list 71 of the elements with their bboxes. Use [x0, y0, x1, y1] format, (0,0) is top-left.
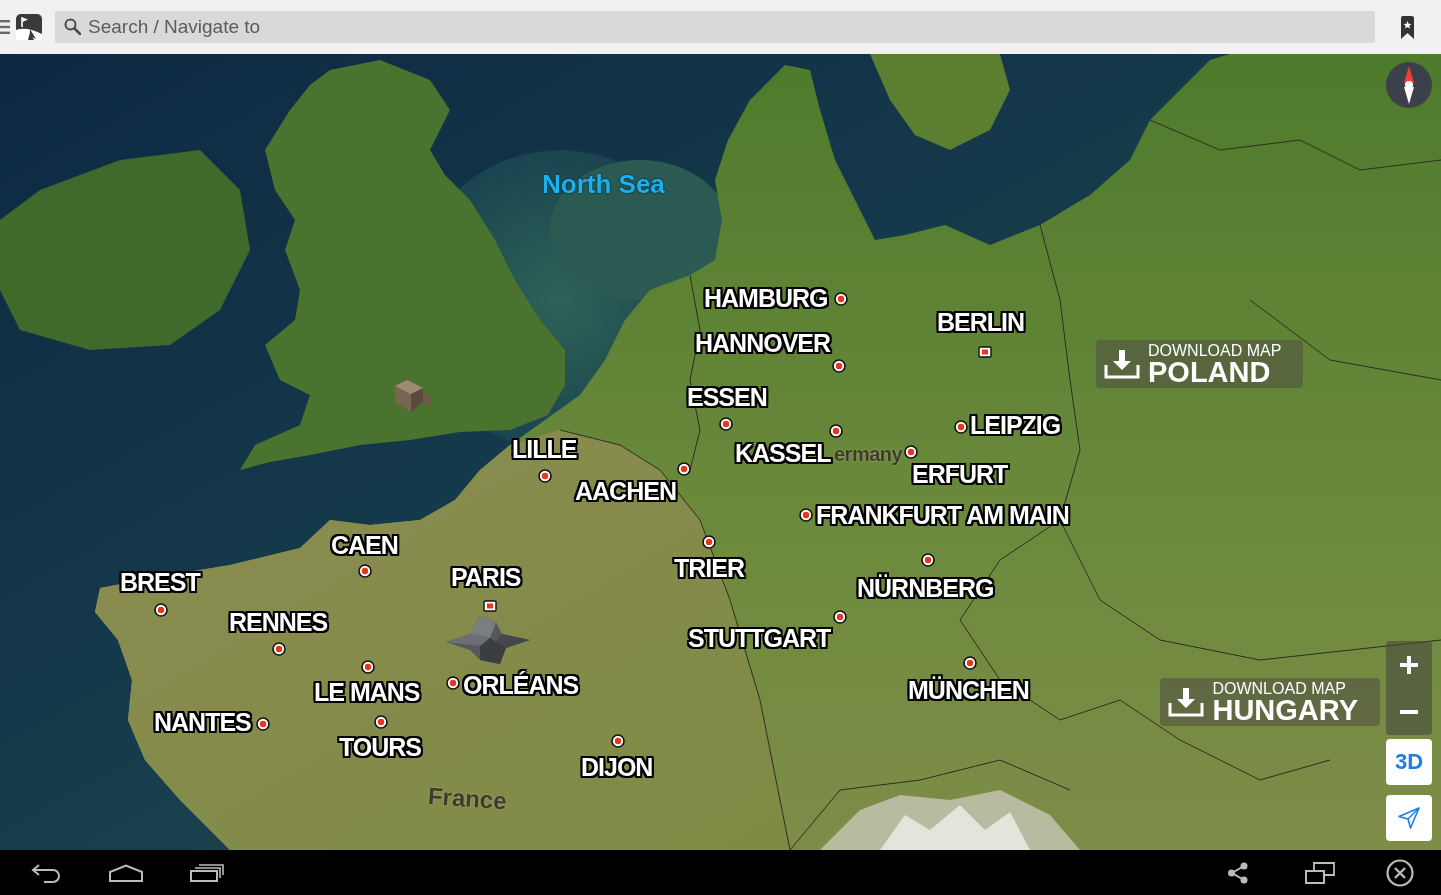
- city-dot-icon: [833, 610, 847, 624]
- capital-marker-icon: [483, 599, 497, 613]
- city-label: DIJON: [581, 753, 653, 781]
- menu-icon[interactable]: [0, 19, 10, 35]
- city-label: AACHEN: [575, 477, 676, 505]
- country-label: France: [427, 782, 508, 816]
- city-dot-icon: [829, 424, 843, 438]
- city-label: FRANKFURT AM MAIN: [816, 501, 1069, 529]
- city-dot-icon: [702, 535, 716, 549]
- city-dot-icon: [719, 417, 733, 431]
- city-label: MÜNCHEN: [908, 676, 1029, 704]
- city-label: NÜRNBERG: [857, 574, 994, 602]
- bookmark-icon[interactable]: [1400, 15, 1415, 39]
- download-icon: [1168, 687, 1205, 717]
- sea-label: North Sea: [542, 169, 665, 199]
- city-dot-icon: [834, 292, 848, 306]
- city-label: ESSEN: [687, 383, 767, 411]
- download-map-button[interactable]: DOWNLOAD MAP HUNGARY: [1160, 678, 1380, 726]
- city-dot-icon: [799, 508, 813, 522]
- city-dot-icon: [374, 715, 388, 729]
- city-dot-icon: [677, 462, 691, 476]
- city-label: NANTES: [154, 708, 251, 736]
- home-icon[interactable]: [108, 863, 144, 882]
- city-label: RENNES: [229, 608, 328, 636]
- city-dot-icon: [538, 469, 552, 483]
- city-label: STUTTGART: [688, 624, 831, 652]
- city-dot-icon: [921, 553, 935, 567]
- search-field[interactable]: Search / Navigate to: [55, 11, 1375, 43]
- city-label: ERFURT: [912, 460, 1008, 488]
- city-label: HAMBURG: [704, 284, 828, 312]
- city-label: TRIER: [674, 554, 744, 582]
- city-dot-icon: [611, 734, 625, 748]
- locate-button[interactable]: [1386, 795, 1432, 841]
- city-label: KASSEL: [735, 439, 831, 467]
- capital-marker-icon: [978, 345, 992, 359]
- city-label: HANNOVER: [695, 329, 831, 357]
- city-label: PARIS: [451, 563, 521, 591]
- country-label: ermany: [834, 442, 903, 466]
- windows-icon[interactable]: [1305, 861, 1335, 884]
- city-dot-icon: [358, 564, 372, 578]
- city-label: CAEN: [331, 531, 398, 559]
- city-label: BERLIN: [937, 308, 1025, 336]
- city-label: TOURS: [339, 733, 422, 761]
- city-dot-icon: [904, 445, 918, 459]
- compass-icon[interactable]: [1386, 62, 1432, 108]
- close-icon[interactable]: [1386, 858, 1414, 887]
- share-icon[interactable]: [1227, 861, 1249, 884]
- city-dot-icon: [963, 656, 977, 670]
- city-dot-icon: [361, 660, 375, 674]
- back-icon[interactable]: [30, 861, 62, 884]
- city-label: LE MANS: [314, 678, 420, 706]
- building-icon: [393, 378, 433, 414]
- plus-icon: [1400, 655, 1418, 674]
- city-dot-icon: [154, 603, 168, 617]
- minus-icon: [1400, 709, 1418, 714]
- city-label: BREST: [120, 568, 200, 596]
- city-dot-icon: [832, 359, 846, 373]
- city-dot-icon: [446, 676, 460, 690]
- city-label: ORLÉANS: [463, 671, 579, 699]
- download-icon: [1104, 349, 1140, 379]
- city-dot-icon: [272, 642, 286, 656]
- city-label: LEIPZIG: [970, 411, 1061, 439]
- city-label: LILLE: [512, 435, 577, 463]
- city-dot-icon: [954, 420, 968, 434]
- navigation-arrow-icon: [1398, 807, 1420, 829]
- search-icon: [64, 18, 81, 35]
- recent-apps-icon[interactable]: [190, 863, 224, 882]
- city-dot-icon: [256, 717, 270, 731]
- app-logo-icon[interactable]: [16, 14, 42, 40]
- download-map-button[interactable]: DOWNLOAD MAP POLAND: [1096, 340, 1304, 388]
- view-3d-button[interactable]: 3D: [1386, 739, 1432, 785]
